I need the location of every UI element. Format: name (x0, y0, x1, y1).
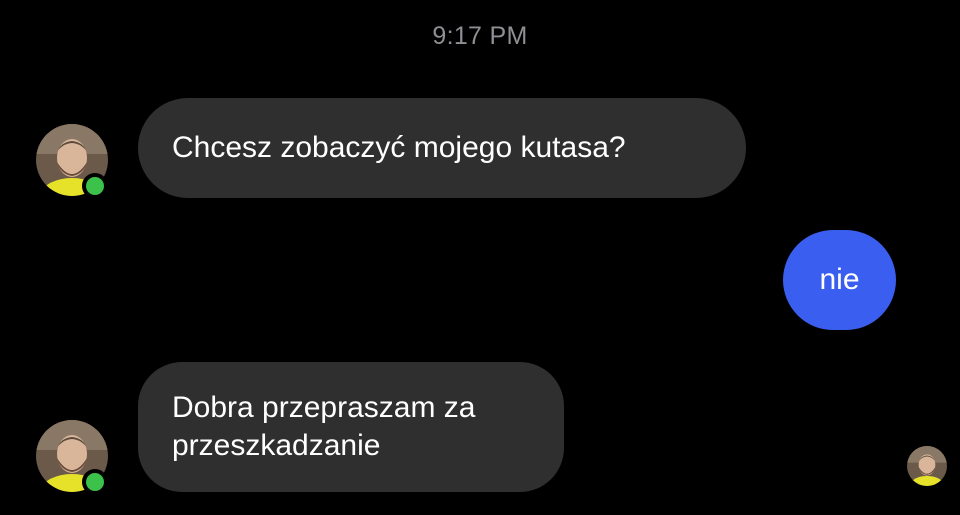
online-indicator-icon (82, 173, 108, 199)
seen-avatar-photo-icon (907, 446, 947, 486)
incoming-message[interactable]: Chcesz zobaczyć mojego kutasa? (138, 98, 746, 198)
incoming-message[interactable]: Dobra przepraszam za przeszkadzanie (138, 362, 564, 492)
message-text-line: Dobra przepraszam za (172, 391, 476, 424)
message-text: nie (819, 263, 860, 296)
message-text-line: przeszkadzanie (172, 429, 381, 462)
message-timestamp: 9:17 PM (432, 22, 528, 50)
online-indicator-icon (82, 469, 108, 495)
message-text: Chcesz zobaczyć mojego kutasa? (172, 131, 626, 164)
outgoing-message[interactable]: nie (783, 230, 896, 330)
seen-avatar-icon (907, 446, 947, 486)
